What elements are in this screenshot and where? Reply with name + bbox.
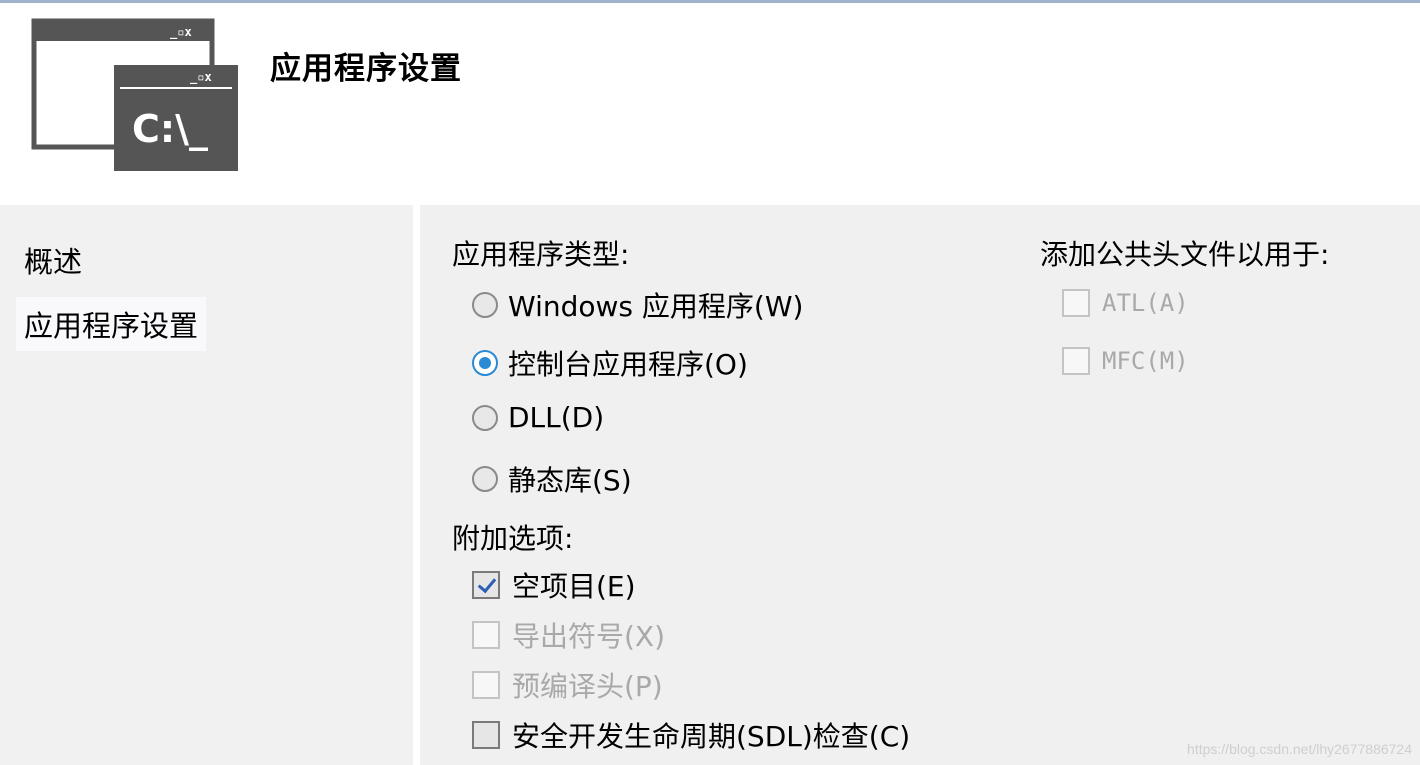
console-app-icon: _▫x _▫x C:\_ [31,18,238,171]
sidebar-item-app-settings[interactable]: 应用程序设置 [16,297,207,351]
page-title: 应用程序设置 [270,51,462,87]
svg-text:_▫x: _▫x [170,25,192,40]
radio-label: DLL(D) [508,401,605,434]
radio-label: Windows 应用程序(W) [508,290,804,323]
checkbox-label: MFC(M) [1102,347,1189,375]
common-headers-label: 添加公共头文件以用于: [1040,238,1330,271]
radio-windows-app[interactable]: Windows 应用程序(W) [472,285,803,325]
radio-dll[interactable]: DLL(D) [472,401,604,434]
checkbox-disabled [1062,289,1090,317]
checkbox-export-symbols: 导出符号(X) [472,615,665,655]
panel-divider [413,205,420,765]
checkbox-label: ATL(A) [1102,289,1189,317]
checkbox-disabled [472,621,500,649]
checkbox-precompiled-header: 预编译头(P) [472,665,663,705]
checkbox-disabled [472,671,500,699]
radio-static-lib[interactable]: 静态库(S) [472,459,632,499]
radio-button[interactable] [472,466,498,492]
svg-text:_▫x: _▫x [190,70,212,85]
checkbox-label: 安全开发生命周期(SDL)检查(C) [512,720,911,753]
additional-options-label: 附加选项: [452,522,574,555]
sidebar-item-overview[interactable]: 概述 [16,233,90,287]
radio-console-app[interactable]: 控制台应用程序(O) [472,343,748,383]
checkbox-unchecked[interactable] [472,721,500,749]
checkbox-disabled [1062,347,1090,375]
sidebar-nav: 概述 应用程序设置 [0,205,413,765]
checkbox-label: 空项目(E) [512,570,636,603]
radio-label: 静态库(S) [508,464,632,497]
radio-label: 控制台应用程序(O) [508,348,748,381]
radio-button-selected[interactable] [472,350,498,376]
svg-text:C:\_: C:\_ [132,107,208,151]
checkbox-empty-project[interactable]: 空项目(E) [472,565,636,605]
checkbox-atl: ATL(A) [1062,289,1189,317]
checkbox-sdl-checks[interactable]: 安全开发生命周期(SDL)检查(C) [472,715,910,755]
radio-button[interactable] [472,292,498,318]
checkbox-label: 导出符号(X) [512,620,666,653]
wizard-header: _▫x _▫x C:\_ 应用程序设置 [0,3,1420,203]
checkbox-label: 预编译头(P) [512,670,663,703]
checkbox-checked[interactable] [472,571,500,599]
checkbox-mfc: MFC(M) [1062,347,1189,375]
radio-button[interactable] [472,404,498,431]
settings-panel: 应用程序类型: Windows 应用程序(W) 控制台应用程序(O) DLL(D… [420,205,1420,765]
app-type-label: 应用程序类型: [452,238,630,271]
watermark: https://blog.csdn.net/lhy2677886724 [1187,741,1412,757]
